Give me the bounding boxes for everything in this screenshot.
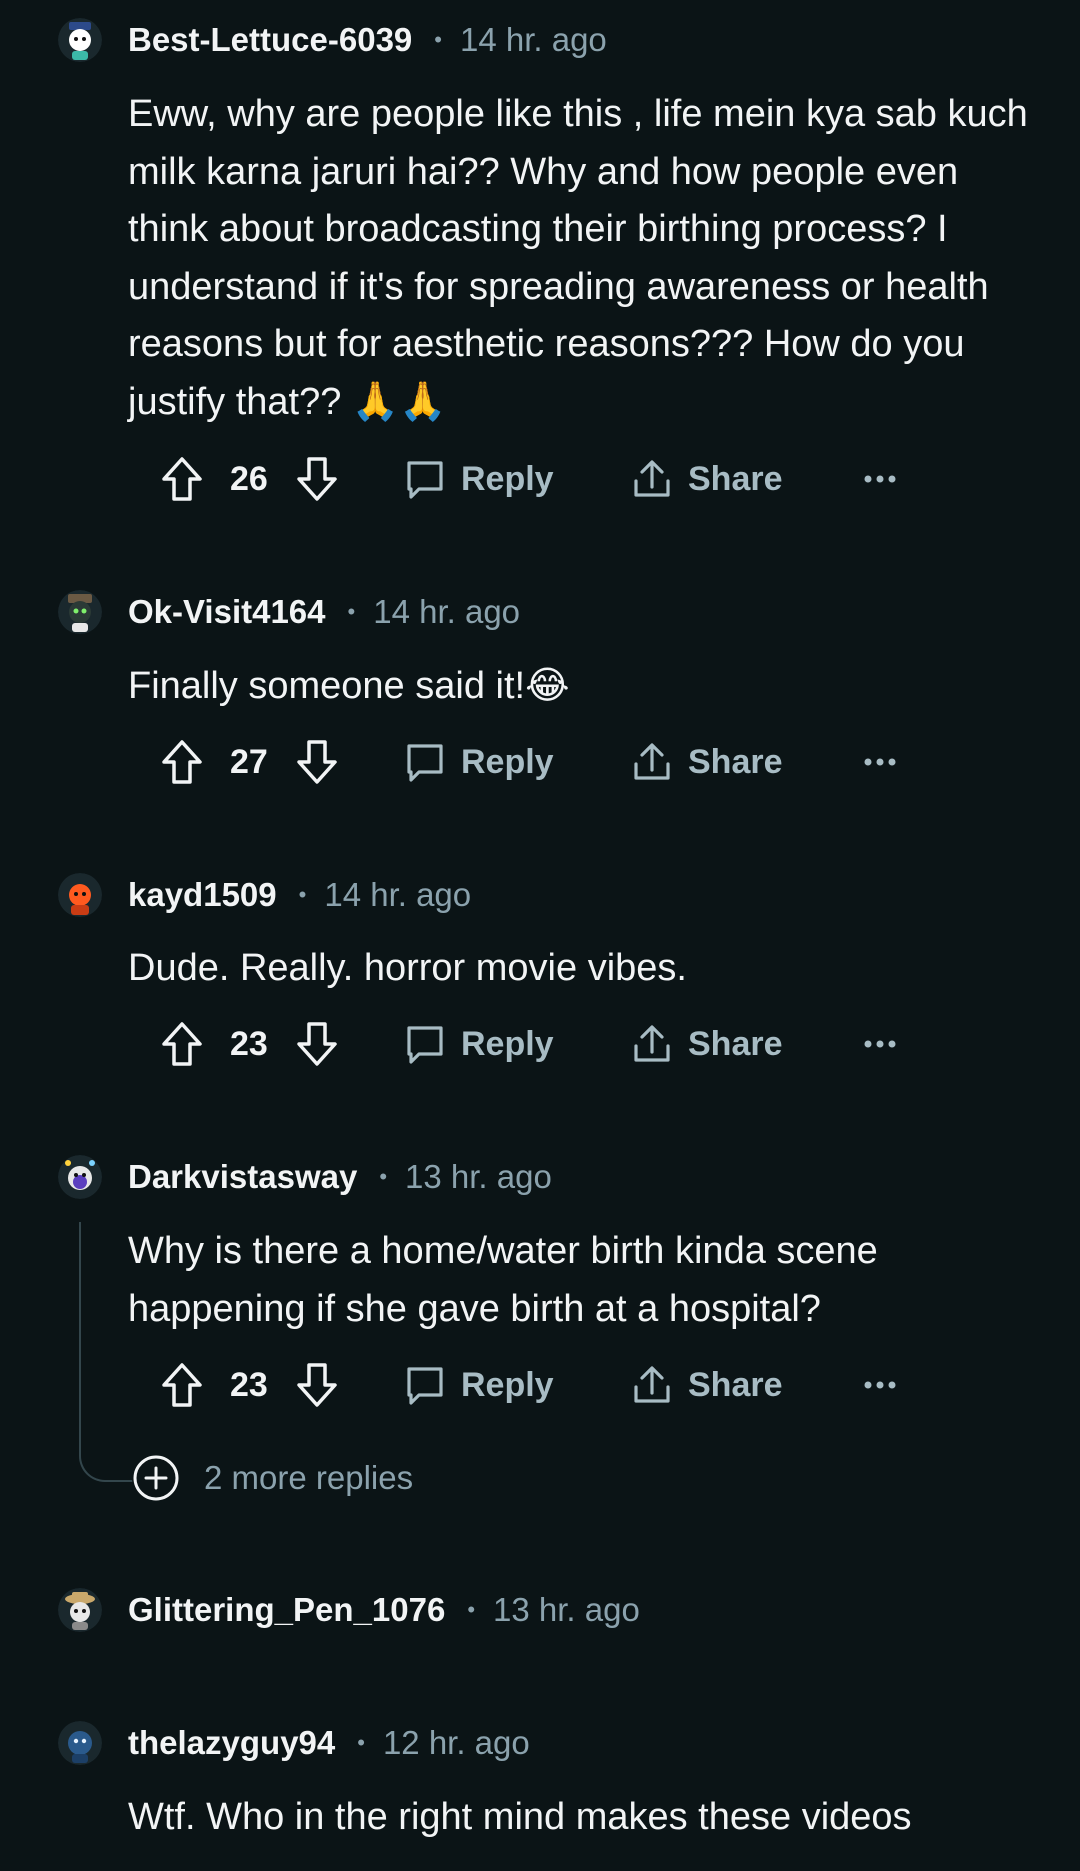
avatar[interactable] bbox=[58, 1155, 102, 1199]
more-replies-label: 2 more replies bbox=[204, 1459, 414, 1496]
share-button[interactable]: Share bbox=[630, 734, 783, 790]
more-options-button[interactable] bbox=[863, 1357, 897, 1413]
username[interactable]: kayd1509 bbox=[128, 876, 277, 914]
ellipsis-icon bbox=[864, 475, 896, 483]
arrow-down-icon bbox=[297, 1363, 337, 1407]
arrow-up-icon bbox=[162, 740, 202, 784]
arrow-up-icon bbox=[162, 1022, 202, 1066]
avatar[interactable] bbox=[58, 873, 102, 917]
comment-meta: kayd1509 • 14 hr. ago bbox=[128, 873, 471, 917]
comment-actions: 23 Reply Share bbox=[160, 1357, 920, 1413]
speech-bubble-icon bbox=[407, 744, 443, 782]
timestamp: 14 hr. ago bbox=[324, 876, 472, 913]
arrow-up-icon bbox=[162, 1363, 202, 1407]
reply-label: Reply bbox=[461, 1365, 554, 1404]
upvote-button[interactable] bbox=[160, 1016, 204, 1072]
more-options-button[interactable] bbox=[863, 734, 897, 790]
upvote-button[interactable] bbox=[160, 1357, 204, 1413]
separator-dot: • bbox=[347, 599, 356, 624]
vote-count: 26 bbox=[230, 459, 268, 498]
timestamp: 13 hr. ago bbox=[493, 1591, 640, 1628]
username[interactable]: Darkvistasway bbox=[128, 1158, 357, 1196]
timestamp: 14 hr. ago bbox=[373, 593, 521, 630]
comment-meta: Darkvistasway • 13 hr. ago bbox=[128, 1155, 552, 1199]
arrow-down-icon bbox=[297, 1022, 337, 1066]
upvote-button[interactable] bbox=[160, 734, 204, 790]
comment-body: Wtf. Who in the right mind makes these v… bbox=[128, 1796, 912, 1838]
share-label: Share bbox=[688, 1024, 783, 1063]
speech-bubble-icon bbox=[407, 461, 443, 499]
comment-body: Why is there a home/water birth kinda sc… bbox=[128, 1230, 878, 1330]
share-button[interactable]: Share bbox=[630, 1016, 783, 1072]
comment-meta: Ok-Visit4164 • 14 hr. ago bbox=[128, 590, 520, 634]
separator-dot: • bbox=[434, 27, 442, 52]
comment-actions: 23 Reply Share bbox=[160, 1016, 920, 1072]
vote-count: 23 bbox=[230, 1024, 268, 1063]
comment-meta: thelazyguy94 • 12 hr. ago bbox=[128, 1721, 530, 1765]
separator-dot: • bbox=[379, 1164, 388, 1189]
share-label: Share bbox=[688, 1365, 783, 1404]
share-label: Share bbox=[688, 459, 783, 498]
more-replies-button[interactable]: 2 more replies bbox=[132, 1454, 413, 1502]
username[interactable]: Glittering_Pen_1076 bbox=[128, 1591, 445, 1629]
username[interactable]: Best-Lettuce-6039 bbox=[128, 21, 412, 59]
thread-line[interactable] bbox=[79, 1222, 133, 1482]
comment-body: Eww, why are people like this , life mei… bbox=[128, 93, 1028, 423]
reply-label: Reply bbox=[461, 459, 554, 498]
vote-count: 23 bbox=[230, 1365, 268, 1404]
timestamp: 13 hr. ago bbox=[405, 1158, 552, 1195]
comment-actions: 26 Reply Share bbox=[160, 451, 920, 507]
share-icon bbox=[634, 743, 670, 780]
speech-bubble-icon bbox=[407, 1367, 443, 1405]
ellipsis-icon bbox=[864, 1381, 896, 1389]
vote-count: 27 bbox=[230, 742, 268, 781]
more-options-button[interactable] bbox=[863, 1016, 897, 1072]
share-label: Share bbox=[688, 742, 783, 781]
comment-meta: Best-Lettuce-6039 • 14 hr. ago bbox=[128, 18, 607, 62]
separator-dot: • bbox=[467, 1597, 476, 1622]
share-icon bbox=[634, 1025, 670, 1062]
ellipsis-icon bbox=[864, 1040, 896, 1048]
downvote-button[interactable] bbox=[295, 1016, 339, 1072]
downvote-button[interactable] bbox=[295, 734, 339, 790]
comment-body: Dude. Really. horror movie vibes. bbox=[128, 947, 687, 989]
comment-body: Finally someone said it!😂 bbox=[128, 665, 570, 707]
reply-button[interactable]: Reply bbox=[403, 451, 554, 507]
avatar[interactable] bbox=[58, 1721, 102, 1765]
reply-button[interactable]: Reply bbox=[403, 1016, 554, 1072]
avatar[interactable] bbox=[58, 18, 102, 62]
comment-meta: Glittering_Pen_1076 • 13 hr. ago bbox=[128, 1588, 640, 1632]
reply-label: Reply bbox=[461, 742, 554, 781]
reply-label: Reply bbox=[461, 1024, 554, 1063]
separator-dot: • bbox=[298, 882, 307, 907]
arrow-up-icon bbox=[162, 457, 202, 501]
arrow-down-icon bbox=[297, 740, 337, 784]
plus-circle-icon bbox=[132, 1454, 180, 1502]
share-button[interactable]: Share bbox=[630, 1357, 783, 1413]
reply-button[interactable]: Reply bbox=[403, 734, 554, 790]
ellipsis-icon bbox=[864, 758, 896, 766]
avatar[interactable] bbox=[58, 1588, 102, 1632]
share-button[interactable]: Share bbox=[630, 451, 783, 507]
downvote-button[interactable] bbox=[295, 1357, 339, 1413]
share-icon bbox=[634, 1366, 670, 1403]
separator-dot: • bbox=[357, 1730, 365, 1755]
comment-actions: 27 Reply Share bbox=[160, 734, 920, 790]
more-options-button[interactable] bbox=[863, 451, 897, 507]
username[interactable]: Ok-Visit4164 bbox=[128, 593, 326, 631]
speech-bubble-icon bbox=[407, 1026, 443, 1064]
share-icon bbox=[634, 460, 670, 497]
timestamp: 14 hr. ago bbox=[459, 21, 607, 58]
upvote-button[interactable] bbox=[160, 451, 204, 507]
username[interactable]: thelazyguy94 bbox=[128, 1724, 335, 1762]
downvote-button[interactable] bbox=[295, 451, 339, 507]
timestamp: 12 hr. ago bbox=[382, 1724, 530, 1761]
avatar[interactable] bbox=[58, 590, 102, 634]
reply-button[interactable]: Reply bbox=[403, 1357, 554, 1413]
arrow-down-icon bbox=[297, 457, 337, 501]
